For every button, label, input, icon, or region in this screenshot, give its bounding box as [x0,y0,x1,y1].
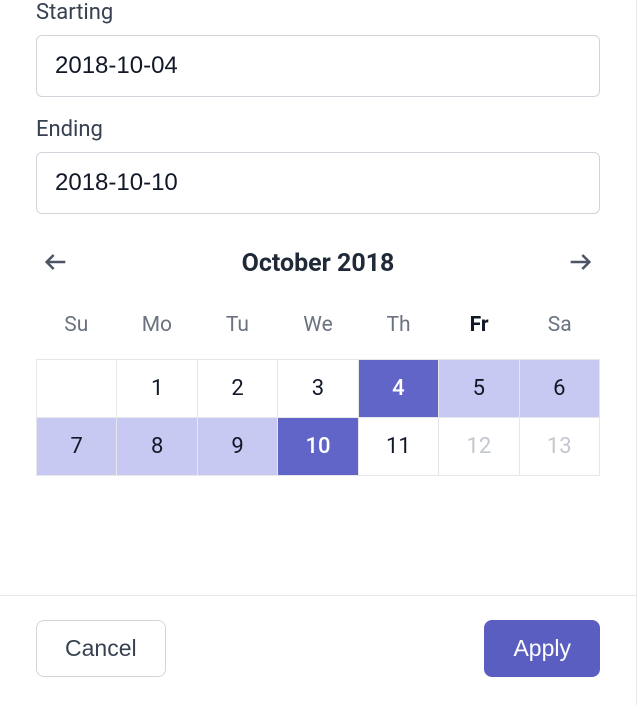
calendar-day-9[interactable]: 9 [198,418,278,476]
calendar-day-2[interactable]: 2 [198,360,278,418]
calendar-nav: October 2018 [36,242,600,285]
calendar-day-3[interactable]: 3 [278,360,358,418]
calendar-grid: 12345678910111213 [36,359,600,476]
weekday-mo: Mo [117,305,198,345]
weekday-th: Th [358,305,439,345]
starting-field-group: Starting [36,0,600,97]
cancel-button[interactable]: Cancel [36,620,166,677]
calendar-day-4[interactable]: 4 [359,360,439,418]
weekday-fr: Fr [439,305,520,345]
calendar-empty-cell [37,360,117,418]
prev-month-button[interactable] [36,242,76,285]
weekday-sa: Sa [519,305,600,345]
date-range-panel: Starting Ending October 2018 SuMoTuWeThF… [0,0,637,705]
calendar-day-7[interactable]: 7 [37,418,117,476]
calendar-day-12: 12 [439,418,519,476]
apply-button[interactable]: Apply [484,620,600,677]
weekday-we: We [278,305,359,345]
weekday-su: Su [36,305,117,345]
starting-input[interactable] [36,35,600,97]
ending-input[interactable] [36,152,600,214]
weekday-header: SuMoTuWeThFrSa [36,305,600,345]
calendar-day-1[interactable]: 1 [117,360,197,418]
weekday-tu: Tu [197,305,278,345]
arrow-left-icon [42,248,70,279]
calendar-day-10[interactable]: 10 [278,418,358,476]
ending-field-group: Ending [36,117,600,214]
footer: Cancel Apply [0,595,636,705]
calendar-day-11[interactable]: 11 [359,418,439,476]
calendar-day-5[interactable]: 5 [439,360,519,418]
month-title: October 2018 [242,249,395,278]
starting-label: Starting [36,0,600,25]
calendar-day-8[interactable]: 8 [117,418,197,476]
arrow-right-icon [566,248,594,279]
ending-label: Ending [36,117,600,142]
calendar-day-13: 13 [520,418,600,476]
next-month-button[interactable] [560,242,600,285]
calendar-day-6[interactable]: 6 [520,360,600,418]
